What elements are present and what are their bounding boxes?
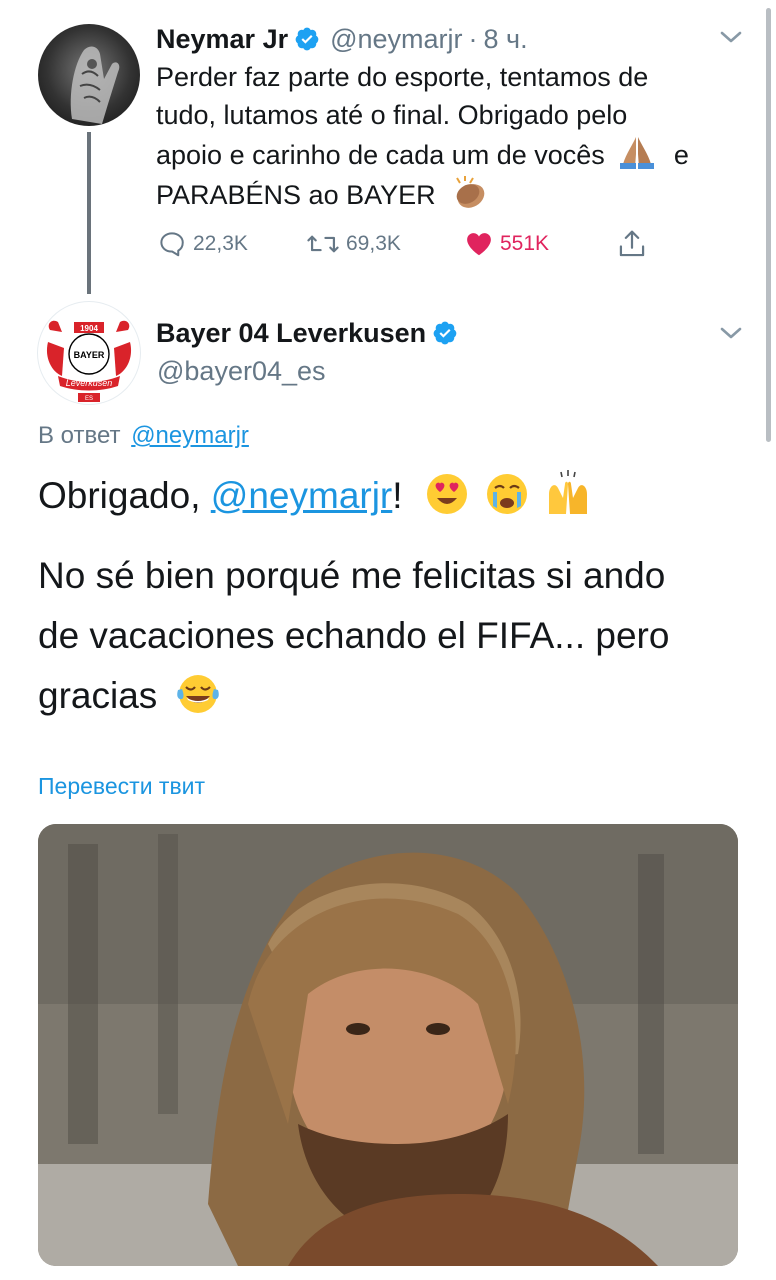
tweet-time[interactable]: 8 ч.: [484, 24, 528, 55]
tweet2-line1: Obrigado, @neymarjr!: [38, 466, 591, 526]
tweet2-body: No sé bien porqué me felicitas si ando d…: [38, 546, 758, 726]
tweet-line: apoio e carinho de cada um de vocês e: [156, 134, 756, 174]
author-name[interactable]: Bayer 04 Leverkusen: [156, 318, 426, 349]
reply-count: 22,3K: [193, 232, 248, 255]
retweet-action[interactable]: 69,3K: [306, 228, 401, 260]
share-icon[interactable]: [617, 228, 647, 260]
scrollbar[interactable]: [766, 8, 771, 442]
author-name[interactable]: Neymar Jr: [156, 24, 288, 55]
tweet-line: PARABÉNS ao BAYER: [156, 174, 756, 214]
logo-brand: BAYER: [74, 350, 105, 360]
tweet-line: No sé bien porqué me felicitas si ando: [38, 555, 666, 596]
thread-line: [87, 132, 91, 294]
tweet-line: Perder faz parte do esporte, tentamos de: [156, 62, 649, 92]
verified-icon: [433, 321, 457, 345]
like-action[interactable]: 551K: [464, 228, 549, 260]
reply-prefix: В ответ: [38, 422, 121, 449]
author-handle[interactable]: @bayer04_es: [157, 356, 326, 387]
chevron-down-icon[interactable]: [718, 322, 744, 344]
media-photo: [38, 824, 738, 1266]
reply-to-link[interactable]: @neymarjr: [131, 422, 249, 449]
heart-eyes-emoji: [426, 474, 467, 514]
raising-hands-emoji: [549, 470, 588, 514]
folded-hands-emoji: [620, 137, 655, 169]
tweet-media-image[interactable]: [38, 824, 738, 1266]
heart-icon: [467, 233, 491, 256]
separator-dot: ·: [468, 23, 478, 54]
tweet-line: de vacaciones echando el FIFA... pero: [38, 615, 670, 656]
tweet2-header: Bayer 04 Leverkusen: [156, 316, 458, 350]
logo-year: 1904: [80, 324, 98, 333]
tweet-text: !: [392, 475, 403, 516]
crying-face-emoji: [487, 474, 528, 514]
author-handle[interactable]: @neymarjr: [330, 24, 462, 55]
tweet-text: Obrigado,: [38, 475, 201, 516]
clapping-hands-emoji: [456, 176, 485, 208]
bayer-avatar[interactable]: 1904 BAYER Leverkusen ES: [38, 302, 140, 404]
reply-action[interactable]: 22,3K: [157, 228, 248, 260]
tears-of-joy-emoji: [176, 675, 219, 713]
tweet1-header: Neymar Jr @neymarjr · 8 ч.: [156, 22, 528, 56]
mention-link[interactable]: @neymarjr: [211, 475, 392, 516]
translate-tweet-link[interactable]: Перевести твит: [38, 773, 205, 800]
tweet-word: e: [673, 140, 689, 170]
tweet-line: gracias: [38, 666, 758, 726]
retweet-icon: [307, 235, 339, 253]
like-count: 551K: [500, 232, 550, 255]
logo-tag: ES: [85, 396, 93, 402]
neymar-avatar[interactable]: [38, 24, 140, 126]
reply-context: В ответ @neymarjr: [38, 422, 249, 450]
tweet-line: tudo, lutamos até o final. Obrigado pelo: [156, 100, 628, 130]
verified-icon: [295, 27, 319, 51]
tweet1-text: Perder faz parte do esporte, tentamos de…: [156, 58, 756, 214]
logo-city: Leverkusen: [66, 378, 113, 388]
reply-icon: [160, 232, 184, 257]
chevron-down-icon[interactable]: [718, 26, 744, 48]
retweet-count: 69,3K: [346, 232, 401, 255]
